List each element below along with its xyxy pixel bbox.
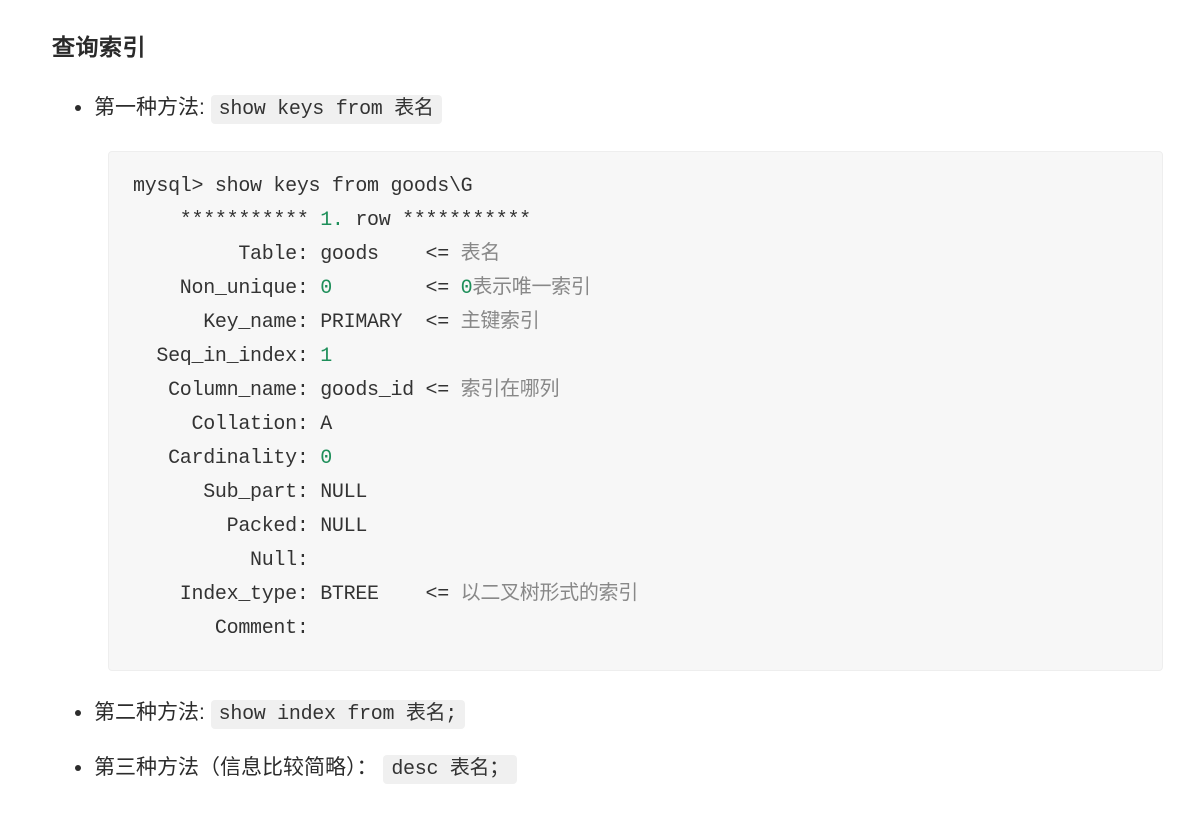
inline-code: desc 表名； — [383, 755, 517, 784]
code-line: Non_unique: 0 <= 0表示唯一索引 — [133, 277, 591, 300]
list-item: 第二种方法: show index from 表名; — [94, 693, 1165, 734]
code-line: Cardinality: 0 — [133, 447, 332, 470]
method-label: 第三种方法（信息比较简略）： — [94, 756, 378, 779]
code-line: Column_name: goods_id <= 索引在哪列 — [133, 379, 559, 402]
list-item: 第一种方法: show keys from 表名 — [94, 88, 1165, 129]
list-item: 第三种方法（信息比较简略）： desc 表名； — [94, 748, 1165, 789]
code-line: Packed: NULL — [133, 515, 367, 538]
code-line: Key_name: PRIMARY <= 主键索引 — [133, 311, 539, 334]
code-line: Sub_part: NULL — [133, 481, 367, 504]
code-line: mysql> show keys from goods\G — [133, 175, 472, 198]
inline-code: show index from 表名; — [211, 700, 465, 729]
document-page: 查询索引 第一种方法: show keys from 表名 mysql> sho… — [0, 0, 1185, 813]
code-line: Null: — [133, 549, 309, 572]
code-line: Collation: A — [133, 413, 332, 436]
code-block: mysql> show keys from goods\G **********… — [108, 151, 1163, 671]
code-line: *********** 1. row *********** — [133, 209, 531, 232]
code-content: mysql> show keys from goods\G **********… — [133, 170, 1138, 646]
section-heading: 查询索引 — [52, 28, 1165, 62]
inline-code: show keys from 表名 — [211, 95, 442, 124]
code-line: Index_type: BTREE <= 以二叉树形式的索引 — [133, 583, 638, 606]
code-line: Table: goods <= 表名 — [133, 243, 500, 266]
method-list: 第一种方法: show keys from 表名 — [52, 88, 1165, 129]
code-line: Comment: — [133, 617, 309, 640]
method-label: 第二种方法: — [94, 701, 211, 724]
code-line: Seq_in_index: 1 — [133, 345, 332, 368]
method-list-continued: 第二种方法: show index from 表名; 第三种方法（信息比较简略）… — [52, 693, 1165, 789]
method-label: 第一种方法: — [94, 96, 211, 119]
